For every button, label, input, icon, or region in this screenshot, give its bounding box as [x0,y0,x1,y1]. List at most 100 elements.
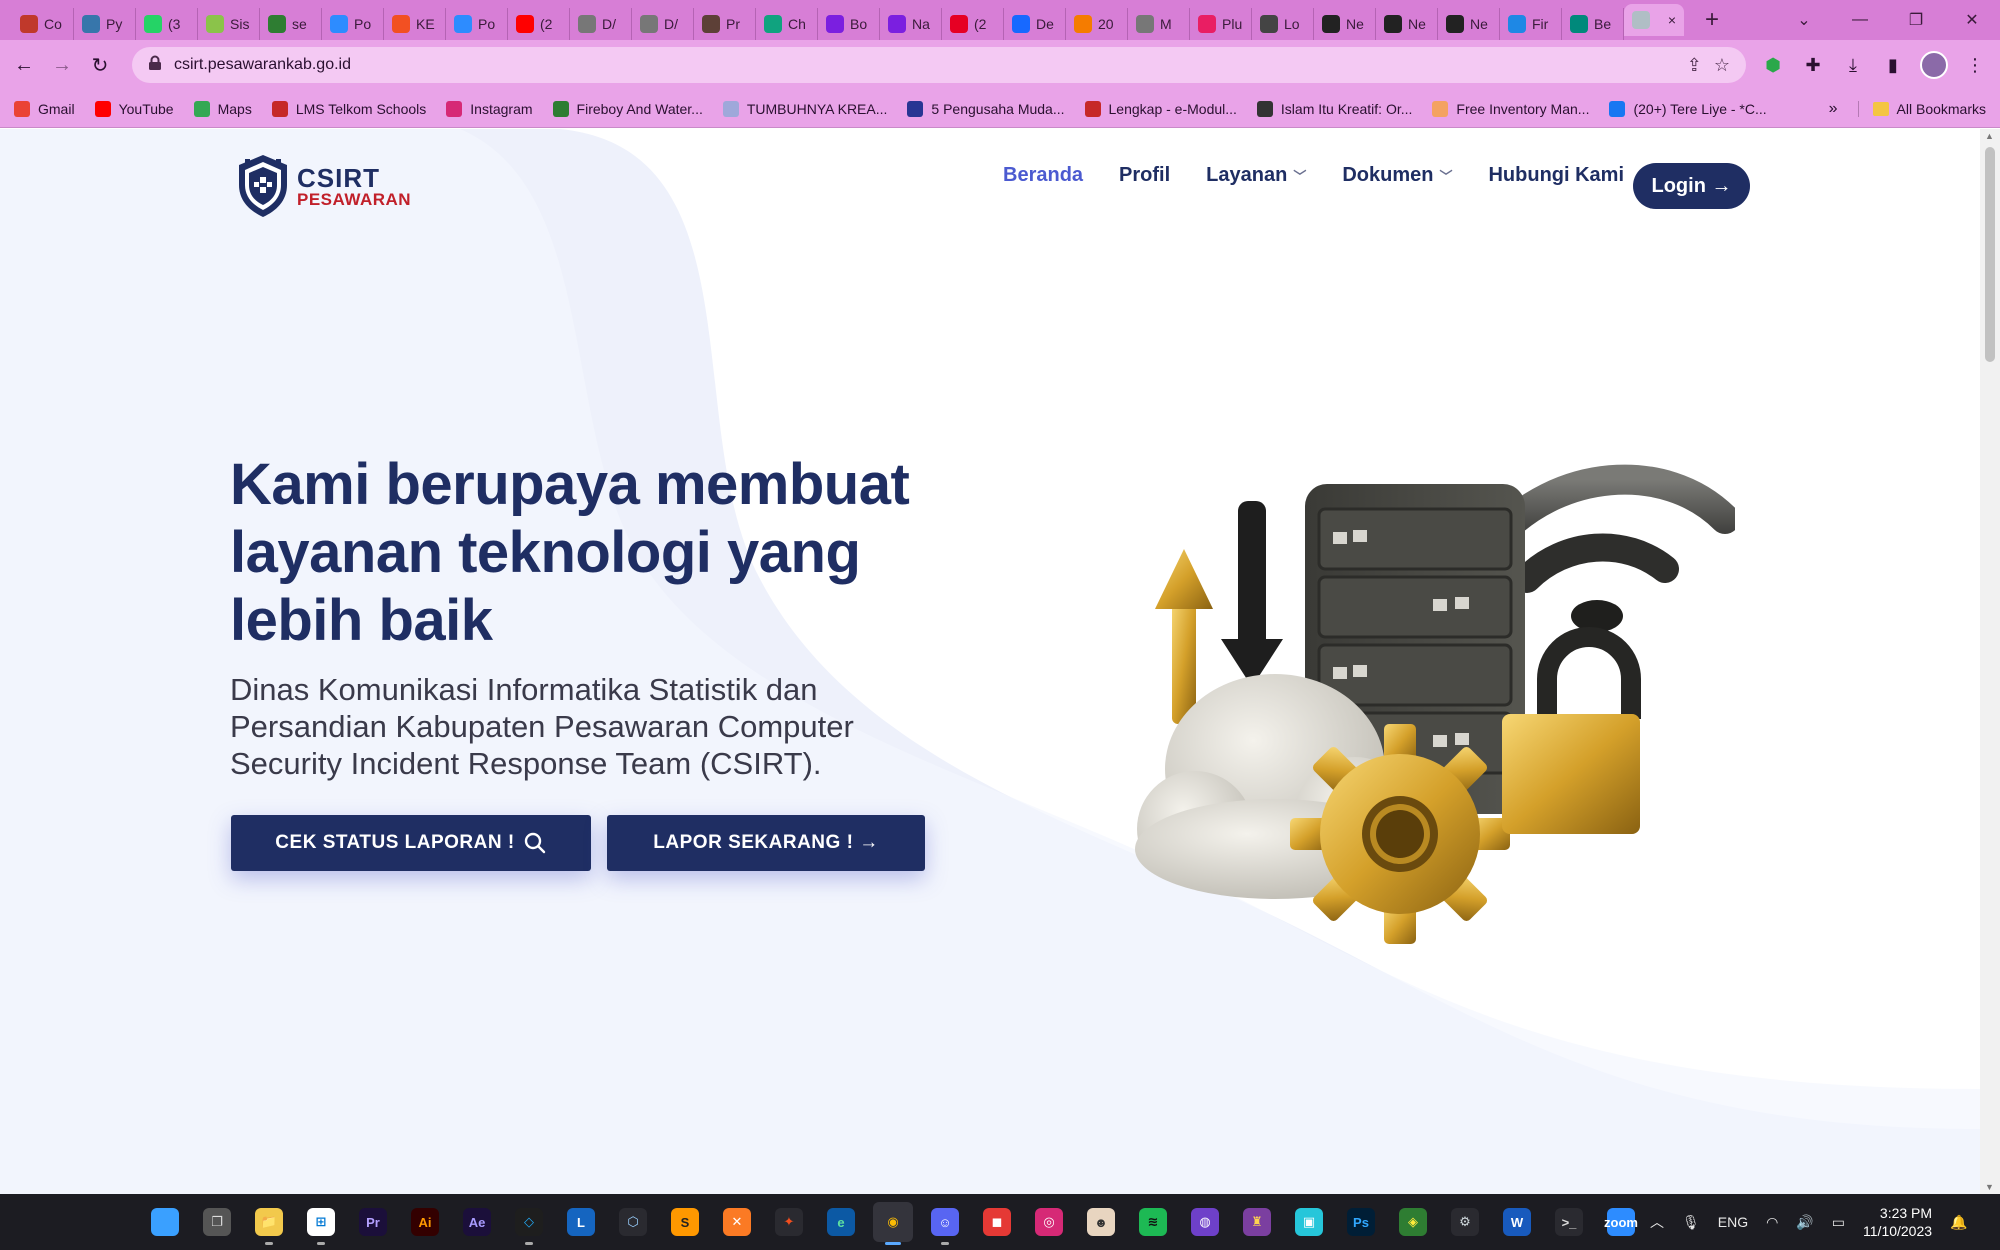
bookmark-item[interactable]: Free Inventory Man... [1432,100,1589,117]
browser-tab[interactable]: Ne [1376,8,1438,40]
active-tab[interactable]: × [1624,4,1684,36]
bookmark-item[interactable]: (20+) Tere Liye - *C... [1609,100,1767,117]
taskbar-lens-icon[interactable]: L [561,1202,601,1242]
nav-hubungi-kami[interactable]: Hubungi Kami [1488,164,1624,187]
taskbar-word-icon[interactable]: W [1497,1202,1537,1242]
taskbar-chrome-icon[interactable]: ◉ [873,1202,913,1245]
report-now-button[interactable]: LAPOR SEKARANG ! → [607,815,925,871]
download-icon[interactable]: ⤓ [1840,52,1866,78]
browser-tab[interactable]: Bo [818,8,880,40]
url-text[interactable]: csirt.pesawarankab.go.id [174,56,1675,74]
nav-dokumen[interactable]: Dokumen ﹀ [1342,164,1452,187]
taskbar-edge-icon[interactable]: e [821,1202,861,1242]
browser-tab[interactable]: Py [74,8,136,40]
close-tab-icon[interactable]: × [1668,12,1676,28]
taskbar-photoshop-icon[interactable]: Ps [1341,1202,1381,1242]
scroll-up-icon[interactable]: ▲ [1985,131,1994,141]
share-icon[interactable]: ⇪ [1687,55,1702,76]
browser-tab[interactable]: Sis [198,8,260,40]
browser-tab[interactable]: Fir [1500,8,1562,40]
taskbar-sublime-icon[interactable]: S [665,1202,705,1242]
browser-tab[interactable]: Lo [1252,8,1314,40]
browser-menu-icon[interactable]: ⋮ [1962,52,1988,78]
bookmark-item[interactable]: Fireboy And Water... [552,100,703,117]
volume-icon[interactable]: 🔊 [1796,1214,1813,1231]
browser-tab[interactable]: (3 [136,8,198,40]
taskbar-maps-app-icon[interactable]: ◈ [1393,1202,1433,1242]
taskbar-notes-app-icon[interactable]: ▣ [1289,1202,1329,1242]
browser-tab[interactable]: D/ [632,8,694,40]
shield-extension-icon[interactable]: ⬢ [1760,52,1786,78]
bookmark-item[interactable]: Lengkap - e-Modul... [1084,100,1237,117]
nav-layanan[interactable]: Layanan ﹀ [1206,164,1306,187]
wifi-status-icon[interactable]: ◠ [1766,1214,1778,1231]
taskbar-github-icon[interactable]: ◍ [1185,1202,1225,1242]
close-window-icon[interactable]: ✕ [1944,0,2000,40]
login-button[interactable]: Login → [1633,163,1750,209]
reload-icon[interactable]: ↻ [88,53,112,77]
taskbar-roblox-app-icon[interactable]: ◼ [977,1202,1017,1242]
bookmark-item[interactable]: Instagram [446,100,533,117]
browser-tab[interactable]: Ne [1314,8,1376,40]
browser-tab[interactable]: Plu [1190,8,1252,40]
restore-icon[interactable]: ❐ [1888,0,1944,40]
nav-beranda[interactable]: Beranda [1003,164,1083,187]
taskbar-xampp-icon[interactable]: ✕ [717,1202,757,1242]
bookmark-item[interactable]: YouTube [94,100,174,117]
taskbar-spotify-icon[interactable]: ≋ [1133,1202,1173,1242]
browser-tab[interactable]: (2 [942,8,1004,40]
browser-tab[interactable]: Ne [1438,8,1500,40]
taskbar-instagram-icon[interactable]: ◎ [1029,1202,1069,1242]
taskbar-figma-icon[interactable]: ✦ [769,1202,809,1242]
taskbar-game-app-icon[interactable]: ♜ [1237,1202,1277,1242]
taskbar-start-icon[interactable]: ⊞ [145,1202,185,1242]
browser-tab[interactable]: se [260,8,322,40]
browser-tab[interactable]: (2 [508,8,570,40]
browser-tab[interactable]: Po [322,8,384,40]
taskbar-settings-icon[interactable]: ⚙ [1445,1202,1485,1242]
browser-tab[interactable]: KE [384,8,446,40]
csirt-logo[interactable]: CSIRT PESAWARAN [235,153,411,219]
address-bar[interactable]: csirt.pesawarankab.go.id ⇪ ☆ [132,47,1746,83]
browser-tab[interactable]: Be [1562,8,1624,40]
microphone-icon[interactable]: 🎙 [1682,1214,1700,1231]
taskbar-zoom-icon[interactable]: zoom [1601,1202,1641,1242]
side-panel-icon[interactable]: ▮ [1880,52,1906,78]
scrollbar-thumb[interactable] [1985,147,1995,362]
browser-tab[interactable]: M [1128,8,1190,40]
scroll-down-icon[interactable]: ▼ [1985,1182,1994,1192]
browser-tab[interactable]: Ch [756,8,818,40]
taskbar-file-explorer-icon[interactable]: 📁 [249,1202,289,1245]
taskbar-premiere-icon[interactable]: Pr [353,1202,393,1242]
bookmark-star-icon[interactable]: ☆ [1714,55,1730,76]
tab-search-icon[interactable]: ⌄ [1776,0,1832,40]
language-indicator[interactable]: ENG [1718,1214,1748,1230]
forward-arrow-icon[interactable]: → [50,53,74,77]
browser-tab[interactable]: Po [446,8,508,40]
browser-tab[interactable]: Pr [694,8,756,40]
browser-tab[interactable]: D/ [570,8,632,40]
new-tab-button[interactable]: + [1694,4,1730,36]
taskbar-task-view-icon[interactable]: ❐ [197,1202,237,1242]
check-report-status-button[interactable]: CEK STATUS LAPORAN ! [231,815,591,871]
bookmark-item[interactable]: Maps [193,100,252,117]
taskbar-store-icon[interactable]: ⊞ [301,1202,341,1245]
taskbar-discord-icon[interactable]: ☺ [925,1202,965,1245]
clock[interactable]: 3:23 PM 11/10/2023 [1863,1204,1932,1240]
bookmark-item[interactable]: LMS Telkom Schools [271,100,426,117]
taskbar-vscode-icon[interactable]: ◇ [509,1202,549,1245]
taskbar-after-effects-icon[interactable]: Ae [457,1202,497,1242]
browser-tab[interactable]: Co [12,8,74,40]
show-hidden-icons-icon[interactable]: ︿ [1650,1212,1664,1232]
battery-icon[interactable]: ▭ [1832,1214,1845,1231]
minimize-icon[interactable]: — [1832,0,1888,40]
back-arrow-icon[interactable]: ← [12,53,36,77]
extensions-puzzle-icon[interactable]: ✚ [1800,52,1826,78]
browser-tab[interactable]: De [1004,8,1066,40]
site-info-icon[interactable] [148,55,162,76]
taskbar-terminal-icon[interactable]: >_ [1549,1202,1589,1242]
taskbar-illustrator-icon[interactable]: Ai [405,1202,445,1242]
browser-tab[interactable]: Na [880,8,942,40]
bookmark-item[interactable]: 5 Pengusaha Muda... [907,100,1065,117]
page-scrollbar[interactable]: ▲ ▼ [1980,129,2000,1194]
